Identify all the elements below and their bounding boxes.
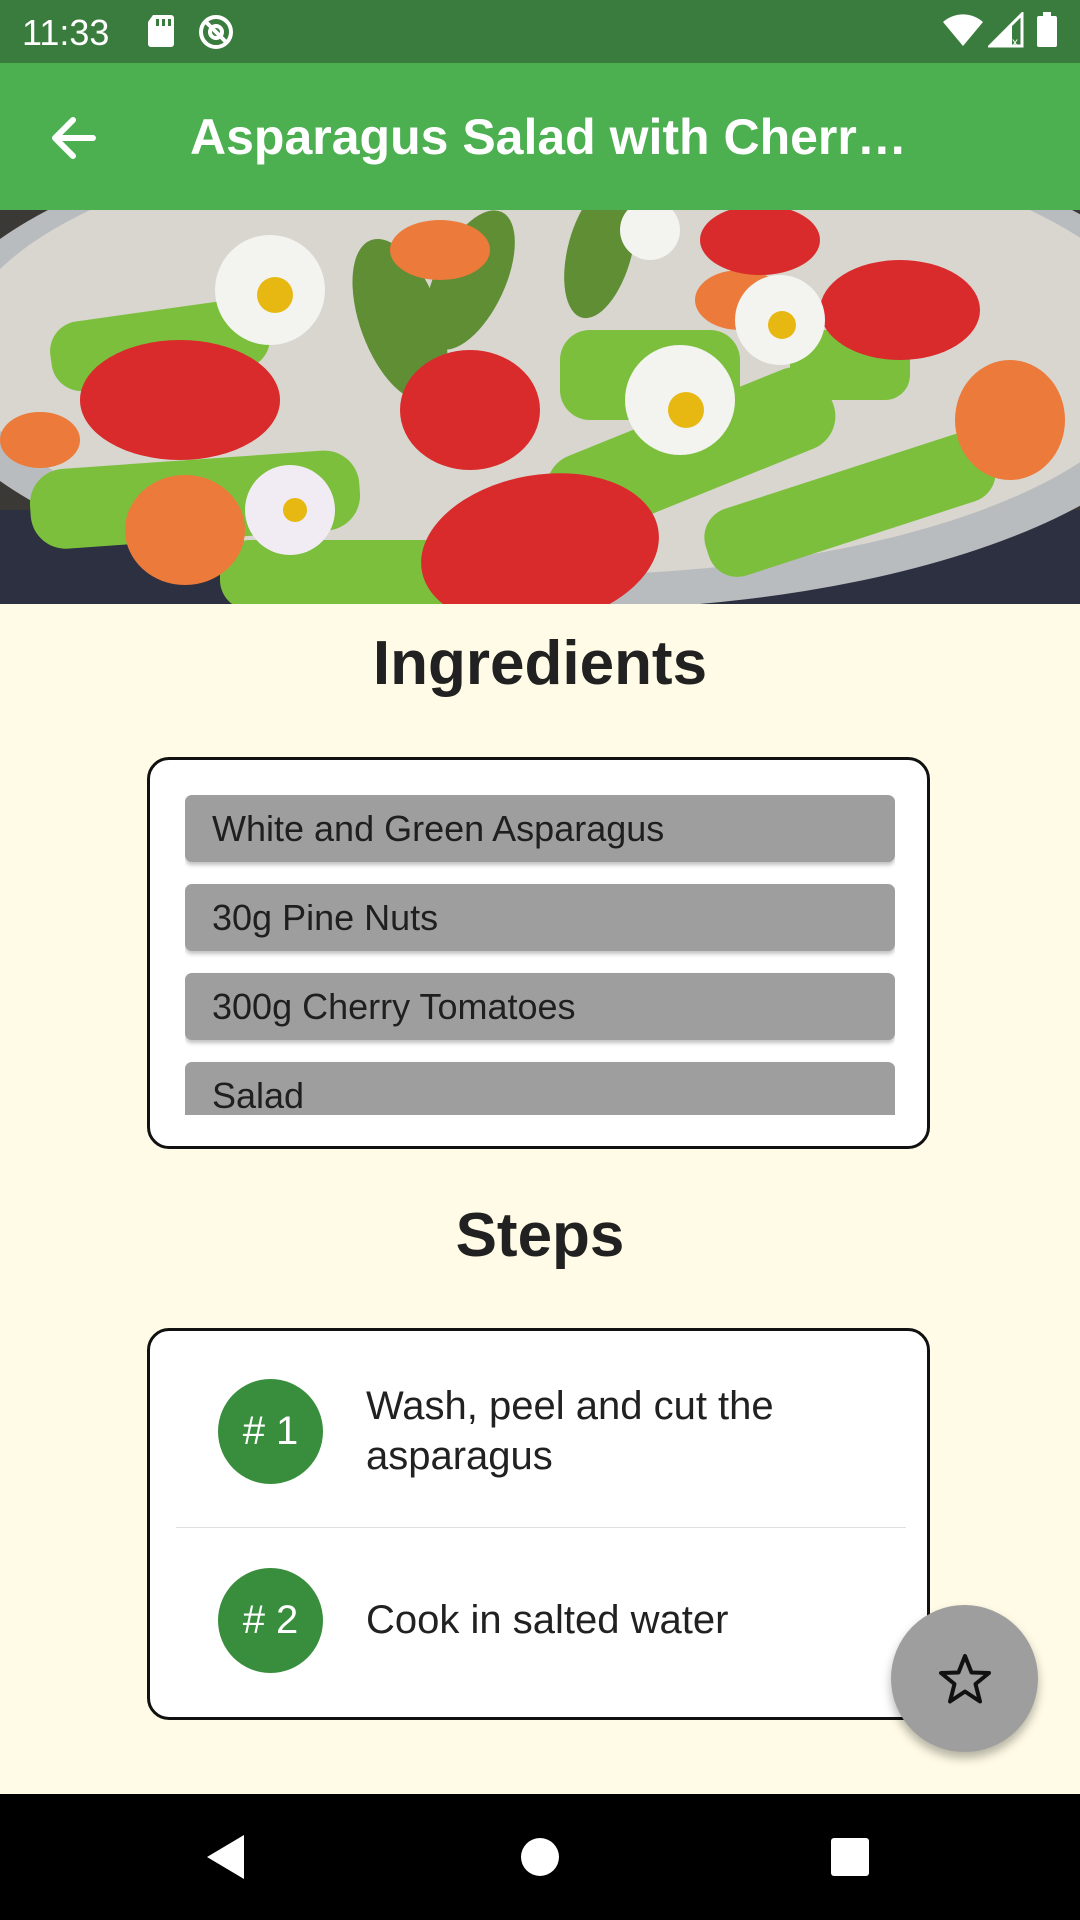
back-triangle-icon: [207, 1835, 244, 1879]
star-outline-icon: [938, 1653, 991, 1703]
nav-home-button[interactable]: [510, 1827, 570, 1887]
svg-text:x: x: [1012, 35, 1018, 48]
step-row[interactable]: # 2 Cook in salted water: [150, 1528, 927, 1715]
ingredients-list[interactable]: White and Green Asparagus 30g Pine Nuts …: [185, 795, 895, 1115]
ingredients-card: White and Green Asparagus 30g Pine Nuts …: [147, 757, 930, 1149]
ingredient-item[interactable]: Salad: [185, 1062, 895, 1115]
step-number-badge: # 1: [218, 1379, 323, 1484]
recents-square-icon: [831, 1838, 869, 1876]
app-bar: Asparagus Salad with Cherry ...: [0, 63, 1080, 210]
at-sign-icon: [198, 14, 234, 55]
step-number-badge: # 2: [218, 1568, 323, 1673]
status-bar: 11:33 x: [0, 0, 1080, 63]
cell-signal-icon: x: [986, 10, 1024, 53]
system-nav-bar: [0, 1794, 1080, 1920]
salad-photo: [0, 210, 1080, 604]
step-text: Cook in salted water: [366, 1598, 729, 1642]
status-time: 11:33: [22, 12, 110, 53]
ingredient-item[interactable]: White and Green Asparagus: [185, 795, 895, 862]
nav-back-button[interactable]: [196, 1827, 256, 1887]
recipe-hero-image: [0, 210, 1080, 604]
steps-heading: Steps: [455, 1201, 625, 1270]
nav-recents-button[interactable]: [820, 1827, 880, 1887]
battery-icon: [1036, 12, 1058, 53]
wifi-icon: [942, 12, 984, 53]
page-title: Asparagus Salad with Cherry ...: [190, 109, 930, 165]
sd-card-icon: [146, 14, 176, 53]
ingredient-item[interactable]: 30g Pine Nuts: [185, 884, 895, 951]
home-circle-icon: [521, 1838, 559, 1876]
arrow-back-icon: [52, 117, 96, 159]
step-row[interactable]: # 1 Wash, peel and cut the asparagus: [150, 1331, 927, 1518]
step-text: Wash, peel and cut the asparagus: [366, 1384, 774, 1478]
ingredient-item[interactable]: 300g Cherry Tomatoes: [185, 973, 895, 1040]
favorite-button[interactable]: [891, 1605, 1038, 1752]
ingredients-heading: Ingredients: [372, 629, 708, 698]
steps-card: # 1 Wash, peel and cut the asparagus # 2…: [147, 1328, 930, 1720]
back-button[interactable]: [38, 103, 108, 173]
